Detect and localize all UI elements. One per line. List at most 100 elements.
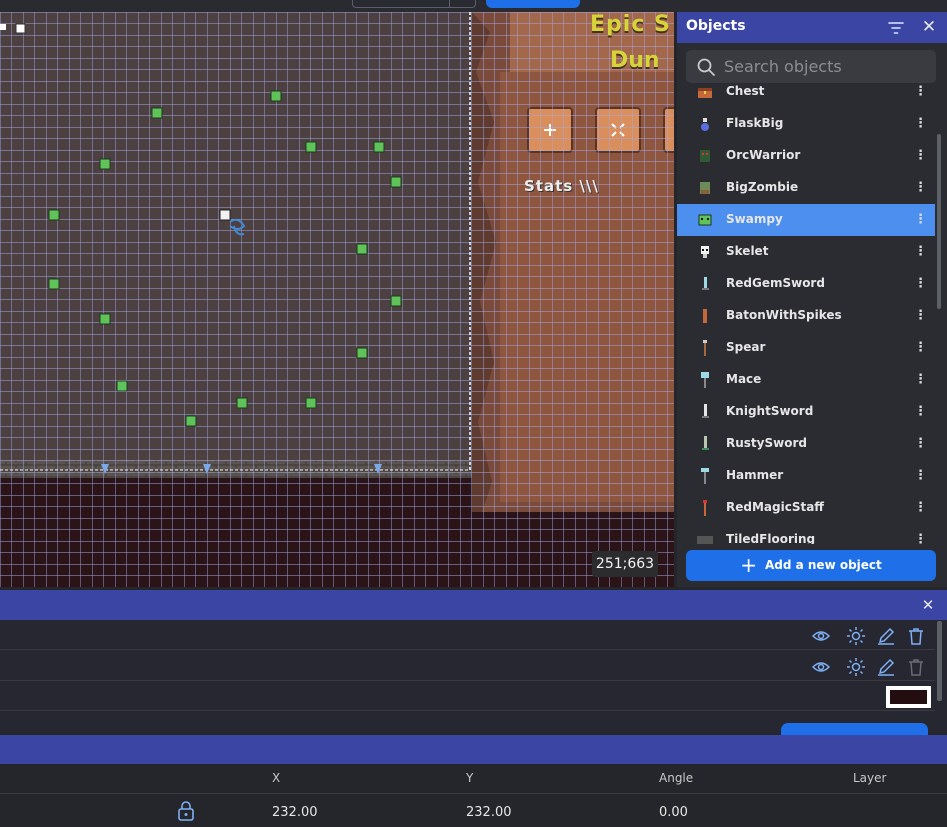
top-toolbar [0, 0, 947, 12]
object-item-chest[interactable]: Chest ⋮ [677, 82, 935, 108]
more-options-icon[interactable]: ⋮ [914, 85, 927, 99]
object-label: BigZombie [726, 180, 799, 194]
sword-icon [702, 277, 709, 290]
object-label: RedGemSword [726, 276, 825, 290]
object-item-bigzombie[interactable]: BigZombie ⋮ [677, 172, 935, 204]
object-label: TiledFlooring [726, 532, 816, 544]
zombie-icon [700, 182, 710, 194]
plus-icon: + [740, 553, 757, 577]
more-options-icon[interactable]: ⋮ [914, 149, 927, 163]
x-value[interactable]: 232.00 [272, 805, 318, 820]
object-item-spear[interactable]: Spear ⋮ [677, 332, 935, 364]
background-color-swatch[interactable] [886, 686, 931, 708]
search-field[interactable] [686, 50, 936, 83]
object-label: Swampy [726, 212, 783, 226]
object-item-rustysword[interactable]: RustySword ⋮ [677, 428, 935, 460]
floor-icon [697, 536, 713, 544]
object-label: Skelet [726, 244, 769, 258]
objects-scrollbar[interactable] [937, 134, 941, 309]
layer-row[interactable] [0, 651, 935, 681]
object-item-knightsword[interactable]: KnightSword ⋮ [677, 396, 935, 428]
baton-icon [703, 309, 707, 323]
angle-value[interactable]: 0.00 [659, 805, 688, 820]
more-options-icon[interactable]: ⋮ [914, 373, 927, 387]
more-options-icon[interactable]: ⋮ [914, 277, 927, 291]
more-options-icon[interactable]: ⋮ [914, 309, 927, 323]
object-label: Mace [726, 372, 762, 386]
mace-icon [701, 372, 709, 388]
layer-row[interactable] [0, 620, 935, 650]
object-item-tiledflooring[interactable]: TiledFlooring ⋮ [677, 524, 935, 544]
filter-icon[interactable] [888, 21, 904, 35]
object-label: BatonWithSpikes [726, 308, 842, 322]
more-options-icon[interactable]: ⋮ [914, 341, 927, 355]
game-title-text-2: Dun [610, 48, 660, 73]
delete-trash-icon[interactable] [906, 626, 926, 646]
toolbar-primary-button[interactable] [486, 0, 580, 8]
object-item-hammer[interactable]: Hammer ⋮ [677, 460, 935, 492]
visibility-eye-icon[interactable] [811, 626, 831, 646]
lock-icon[interactable] [177, 800, 195, 822]
toolbar-segmented-control[interactable] [352, 0, 476, 8]
close-icon[interactable]: ✕ [919, 596, 937, 614]
orc-icon [700, 150, 710, 162]
layers-panel-header: ✕ [0, 590, 947, 620]
search-icon [697, 58, 715, 76]
background-layer-row [0, 681, 935, 711]
more-options-icon[interactable]: ⋮ [914, 501, 927, 515]
objects-panel-title: Objects [686, 18, 746, 34]
properties-panel: X Y Angle Layer 232.00 232.00 0.00 [0, 735, 947, 827]
stats-label: Stats \\\ [524, 177, 599, 195]
objects-panel-header: Objects ✕ [677, 12, 947, 43]
column-y: Y [466, 771, 474, 785]
object-item-batonwithspikes[interactable]: BatonWithSpikes ⋮ [677, 300, 935, 332]
object-item-skelet[interactable]: Skelet ⋮ [677, 236, 935, 268]
object-item-redmagicstaff[interactable]: RedMagicStaff ⋮ [677, 492, 935, 524]
object-label: RedMagicStaff [726, 500, 825, 514]
layers-scrollbar[interactable] [937, 621, 942, 701]
object-item-mace[interactable]: Mace ⋮ [677, 364, 935, 396]
search-input[interactable] [724, 50, 929, 83]
scene-editor-canvas[interactable]: Epic S Dun Stats \\\ 251;663 [0, 12, 674, 587]
objects-list: Chest ⋮ FlaskBig ⋮ OrcWarrior ⋮ BigZombi… [677, 82, 935, 544]
object-label: RustySword [726, 436, 807, 450]
y-value[interactable]: 232.00 [466, 805, 512, 820]
more-options-icon[interactable]: ⋮ [914, 469, 927, 483]
edit-pencil-icon[interactable] [876, 657, 896, 677]
object-label: Chest [726, 84, 765, 98]
add-object-button[interactable]: + Add a new object [686, 550, 936, 581]
object-item-swampy[interactable]: Swampy ⋮ [677, 204, 935, 236]
column-layer: Layer [853, 771, 887, 785]
lighting-icon[interactable] [846, 626, 866, 646]
close-icon[interactable]: ✕ [920, 18, 938, 36]
object-label: KnightSword [726, 404, 814, 418]
object-label: Spear [726, 340, 766, 354]
more-options-icon[interactable]: ⋮ [914, 213, 927, 227]
cursor-coordinates: 251;663 [592, 551, 658, 577]
object-item-flaskbig[interactable]: FlaskBig ⋮ [677, 108, 935, 140]
scene-canvas-graphics [0, 12, 674, 587]
more-options-icon[interactable]: ⋮ [914, 245, 927, 259]
delete-trash-icon [909, 659, 923, 676]
staff-icon [703, 500, 707, 516]
edit-pencil-icon[interactable] [876, 626, 896, 646]
add-object-label: Add a new object [764, 558, 882, 572]
hammer-icon [701, 468, 709, 484]
object-item-orcwarrior[interactable]: OrcWarrior ⋮ [677, 140, 935, 172]
more-options-icon[interactable]: ⋮ [914, 533, 927, 545]
more-options-icon[interactable]: ⋮ [914, 437, 927, 451]
lighting-icon[interactable] [846, 657, 866, 677]
properties-panel-header [0, 735, 947, 764]
object-label: Hammer [726, 468, 784, 482]
flask-icon [701, 118, 709, 131]
more-options-icon[interactable]: ⋮ [914, 117, 927, 131]
column-x: X [272, 771, 281, 785]
column-angle: Angle [659, 771, 694, 785]
more-options-icon[interactable]: ⋮ [914, 405, 927, 419]
layers-panel: ✕ [0, 590, 947, 737]
swampy-icon [698, 214, 712, 226]
object-item-redgemsword[interactable]: RedGemSword ⋮ [677, 268, 935, 300]
visibility-eye-icon[interactable] [811, 657, 831, 677]
objects-panel: Objects ✕ Chest ⋮ FlaskBig ⋮ Or [677, 12, 947, 587]
more-options-icon[interactable]: ⋮ [914, 181, 927, 195]
